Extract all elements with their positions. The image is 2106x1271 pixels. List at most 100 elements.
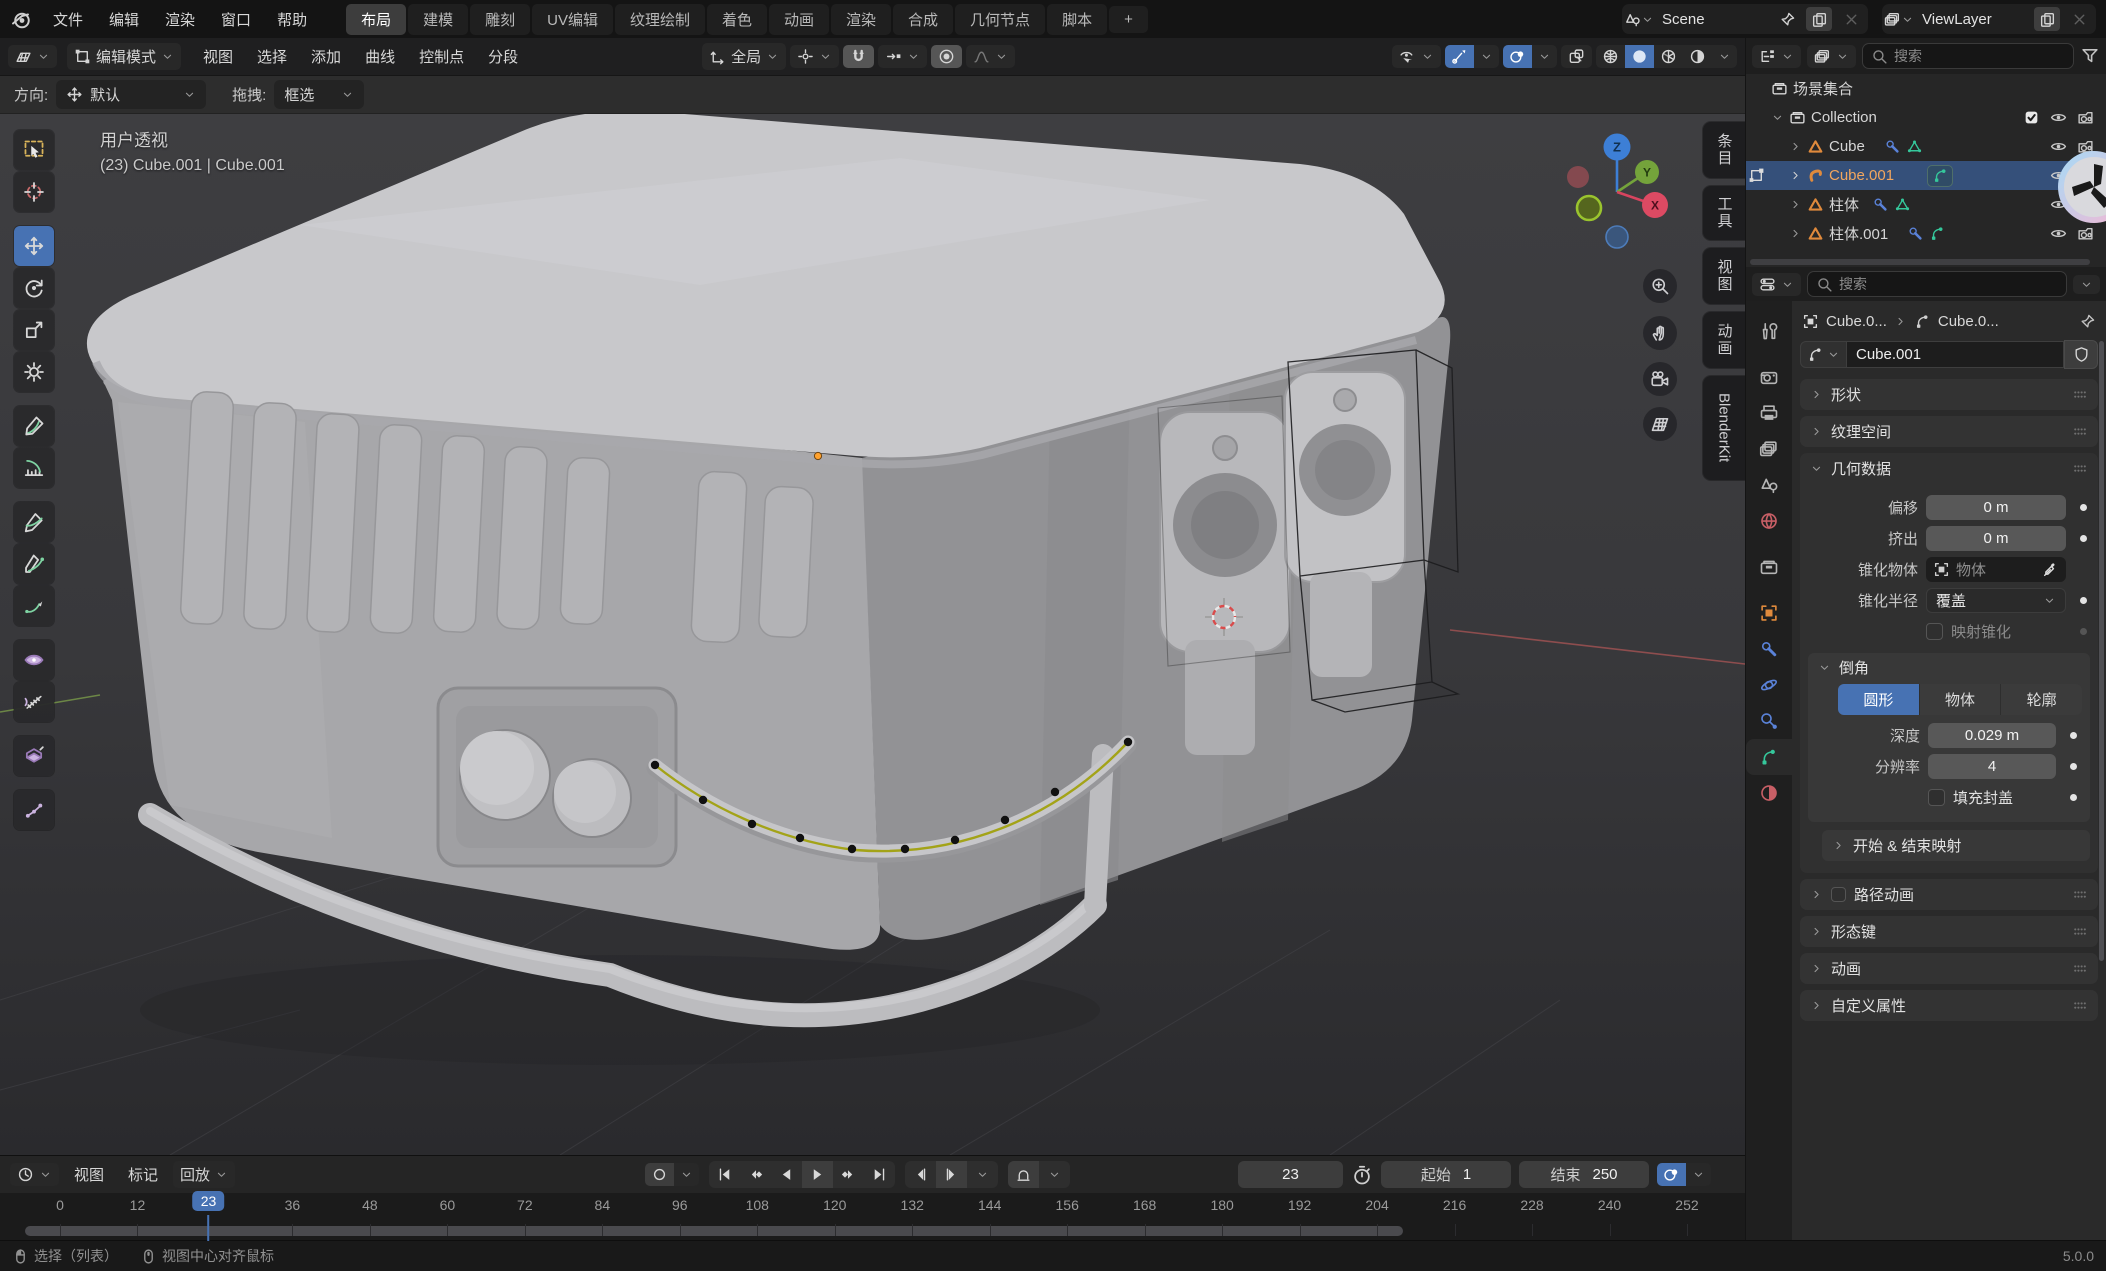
visibility-dropdown[interactable]: [1392, 45, 1441, 68]
timeline-hscrollbar[interactable]: [25, 1226, 1403, 1236]
fill-caps-checkbox[interactable]: [1928, 789, 1945, 806]
filter-icon[interactable]: [2080, 46, 2100, 66]
next-keyframe-button[interactable]: [833, 1161, 864, 1188]
overlays-dropdown[interactable]: [1532, 45, 1557, 68]
pin-id-icon[interactable]: [2079, 313, 2096, 330]
previous-keyframe-button[interactable]: [740, 1161, 771, 1188]
gizmo-y-label[interactable]: Y: [1643, 166, 1651, 180]
tool-pen-button[interactable]: [14, 544, 54, 584]
frame-start-field[interactable]: 起始1: [1381, 1161, 1511, 1188]
snap-settings-dropdown[interactable]: [878, 45, 927, 68]
pan-view-button[interactable]: [1643, 316, 1677, 350]
frame-step-dropdown[interactable]: [967, 1161, 998, 1188]
tab-collection[interactable]: [1746, 549, 1792, 585]
workspace-tab-texture-paint[interactable]: 纹理绘制: [615, 4, 705, 35]
collection-checkbox[interactable]: [2023, 109, 2040, 126]
properties-search[interactable]: [1807, 271, 2067, 297]
outliner-row-cube-001[interactable]: Cube.001: [1746, 161, 2106, 190]
path-animation-checkbox[interactable]: [1831, 887, 1846, 902]
tab-physics[interactable]: [1746, 667, 1792, 703]
pivot-point-dropdown[interactable]: [790, 45, 839, 68]
drag-handle-icon[interactable]: [2071, 386, 2088, 403]
expand-chevron-icon[interactable]: [1789, 169, 1802, 182]
new-viewlayer-button[interactable]: [2034, 7, 2060, 31]
tool-extrude-button[interactable]: [14, 736, 54, 776]
drag-setting-dropdown[interactable]: 框选: [274, 80, 364, 109]
current-frame-field[interactable]: 23: [1238, 1161, 1343, 1188]
editor-type-button[interactable]: [8, 45, 57, 68]
playhead[interactable]: 23: [193, 1193, 225, 1211]
eyedropper-icon[interactable]: [2042, 561, 2059, 578]
vp-menu-segments[interactable]: 分段: [478, 42, 528, 71]
shading-dropdown[interactable]: [1712, 45, 1737, 68]
blender-logo-icon[interactable]: [10, 7, 34, 31]
outliner-row-cube[interactable]: Cube: [1746, 132, 2106, 161]
tool-move-button[interactable]: [14, 226, 54, 266]
workspace-tab-scripting[interactable]: 脚本: [1047, 4, 1107, 35]
offset-field[interactable]: 0 m: [1926, 495, 2066, 520]
outliner-search[interactable]: [1862, 43, 2074, 69]
panel-animation[interactable]: 动画: [1800, 953, 2098, 984]
tool-randomize-button[interactable]: [14, 682, 54, 722]
menu-help[interactable]: 帮助: [264, 5, 320, 34]
previous-frame-button[interactable]: [905, 1161, 936, 1188]
jump-to-end-button[interactable]: [864, 1161, 895, 1188]
animate-dot[interactable]: [2074, 597, 2092, 604]
tab-render[interactable]: [1746, 359, 1792, 395]
viewlayer-browse-button[interactable]: [1886, 7, 1912, 31]
expand-chevron-icon[interactable]: [1771, 111, 1784, 124]
animate-dot[interactable]: [2074, 504, 2092, 511]
workspace-tab-compositing[interactable]: 合成: [893, 4, 953, 35]
map-taper-checkbox[interactable]: [1926, 623, 1943, 640]
timeline-menu-playback[interactable]: 回放: [173, 1161, 235, 1188]
mesh-data-icon[interactable]: [1894, 196, 1911, 213]
tool-tilt-button[interactable]: [14, 586, 54, 626]
use-preview-range-icon[interactable]: [1351, 1164, 1373, 1186]
shading-rendered-button[interactable]: [1683, 45, 1712, 68]
properties-options-dropdown[interactable]: [2073, 275, 2100, 294]
timeline-menu-marker[interactable]: 标记: [119, 1161, 167, 1188]
auto-keyframe-toggle[interactable]: [645, 1163, 674, 1186]
tool-transform-button[interactable]: [14, 352, 54, 392]
new-scene-button[interactable]: [1806, 7, 1832, 31]
animate-dot[interactable]: [2064, 763, 2082, 770]
disable-render-toggle[interactable]: [2077, 225, 2094, 242]
show-gizmo-toggle[interactable]: [1445, 45, 1474, 68]
tab-world[interactable]: [1746, 503, 1792, 539]
proportional-editing-toggle[interactable]: [931, 45, 962, 68]
panel-texture-space[interactable]: 纹理空间: [1800, 416, 2098, 447]
menu-render[interactable]: 渲染: [152, 5, 208, 34]
workspace-tab-rendering[interactable]: 渲染: [831, 4, 891, 35]
workspace-tab-layout[interactable]: 布局: [346, 4, 406, 35]
modifier-icon[interactable]: [1907, 225, 1924, 242]
panel-shape[interactable]: 形状: [1800, 379, 2098, 410]
frame-end-field[interactable]: 结束250: [1519, 1161, 1649, 1188]
sidebar-tab-view[interactable]: 视图: [1703, 248, 1745, 304]
outliner-row-scene-collection[interactable]: 场景集合: [1746, 74, 2106, 103]
viewlayer-name[interactable]: ViewLayer: [1918, 11, 2028, 28]
autokey-dropdown[interactable]: [674, 1163, 699, 1186]
mesh-data-icon[interactable]: [1906, 138, 1923, 155]
gizmo-dropdown[interactable]: [1474, 45, 1499, 68]
drag-handle-icon[interactable]: [2071, 460, 2088, 477]
fake-user-shield-button[interactable]: [2064, 340, 2098, 369]
animate-dot[interactable]: [2064, 794, 2082, 801]
drag-handle-icon[interactable]: [2071, 960, 2088, 977]
outliner-display-mode-button[interactable]: [1807, 45, 1856, 68]
expand-chevron-icon[interactable]: [1789, 198, 1802, 211]
3d-viewport[interactable]: Z Y X 用户透视 (23) Cube.001 | Cube.001 条目 工…: [0, 114, 1745, 1155]
properties-scrollbar[interactable]: [2099, 341, 2104, 961]
tab-material[interactable]: [1746, 775, 1792, 811]
vp-menu-view[interactable]: 视图: [193, 42, 243, 71]
tab-tool[interactable]: [1746, 313, 1792, 349]
workspace-tab-shading[interactable]: 着色: [707, 4, 767, 35]
outliner-search-input[interactable]: [1894, 48, 2065, 64]
panel-shape-keys[interactable]: 形态键: [1800, 916, 2098, 947]
tool-tweak-select-button[interactable]: [14, 130, 54, 170]
tool-measure-button[interactable]: [14, 448, 54, 488]
drag-handle-icon[interactable]: [2071, 997, 2088, 1014]
orthographic-view-button[interactable]: [1643, 407, 1677, 441]
mode-selector[interactable]: 编辑模式: [67, 43, 181, 70]
tab-modifiers[interactable]: [1746, 631, 1792, 667]
timeline-ruler[interactable]: 23 0123648607284961081201321441561681801…: [0, 1193, 1745, 1241]
